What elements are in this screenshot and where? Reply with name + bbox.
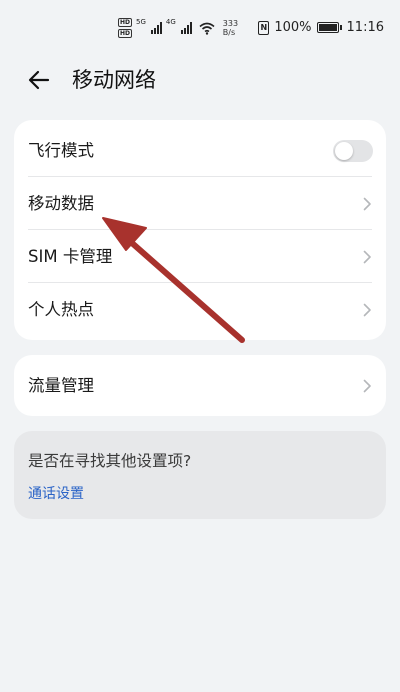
settings-card-network: 飞行模式 移动数据 SIM 卡管理 个人热点 <box>14 120 386 340</box>
chevron-right-icon <box>363 379 371 393</box>
call-settings-link[interactable]: 通话设置 <box>28 483 84 503</box>
settings-row-hotspot[interactable]: 个人热点 <box>14 283 386 336</box>
chevron-right-icon <box>363 303 371 317</box>
airplane-mode-toggle[interactable] <box>333 140 373 162</box>
network-speed: 333 B/s <box>223 19 238 37</box>
nfc-icon: N <box>258 20 270 35</box>
hd-icon: HD HD <box>118 18 132 38</box>
settings-row-mobile-data[interactable]: 移动数据 <box>14 177 386 230</box>
airplane-mode-label: 飞行模式 <box>28 141 94 160</box>
signal-icon-1 <box>150 22 162 34</box>
signal-type-1: 5G <box>136 18 146 26</box>
status-bar: HD HD 5G 4G 333 B/s N 100% 11:16 <box>0 0 400 56</box>
clock: 11:16 <box>346 20 384 35</box>
settings-row-data-usage[interactable]: 流量管理 <box>14 359 386 412</box>
settings-row-sim-management[interactable]: SIM 卡管理 <box>14 230 386 283</box>
battery-icon <box>316 22 342 33</box>
status-left: HD HD 5G 4G 333 B/s <box>118 18 238 38</box>
network-speed-value: 333 <box>222 19 239 28</box>
data-usage-label: 流量管理 <box>28 376 94 395</box>
page-title: 移动网络 <box>72 68 156 92</box>
hd-badge-1: HD <box>118 18 132 27</box>
network-speed-unit: B/s <box>222 28 236 37</box>
chevron-right-icon <box>363 197 371 211</box>
hotspot-label: 个人热点 <box>28 300 94 319</box>
wifi-icon <box>199 22 215 35</box>
signal-type-2: 4G <box>165 18 176 26</box>
mobile-data-label: 移动数据 <box>28 194 94 213</box>
chevron-right-icon <box>363 250 371 264</box>
status-right: N 100% 11:16 <box>258 20 384 35</box>
battery-percent: 100% <box>274 20 312 35</box>
settings-card-data-usage: 流量管理 <box>14 355 386 416</box>
annotation-arrow <box>102 217 245 343</box>
sim-management-label: SIM 卡管理 <box>28 247 113 266</box>
hd-badge-2: HD <box>118 29 132 38</box>
app-bar: 移动网络 <box>0 60 400 100</box>
back-arrow-icon[interactable] <box>26 66 54 94</box>
signal-icon-2 <box>180 22 192 34</box>
suggestion-question: 是否在寻找其他设置项? <box>28 452 192 470</box>
suggestion-card: 是否在寻找其他设置项? 通话设置 <box>14 431 386 519</box>
settings-row-airplane-mode[interactable]: 飞行模式 <box>14 124 386 177</box>
